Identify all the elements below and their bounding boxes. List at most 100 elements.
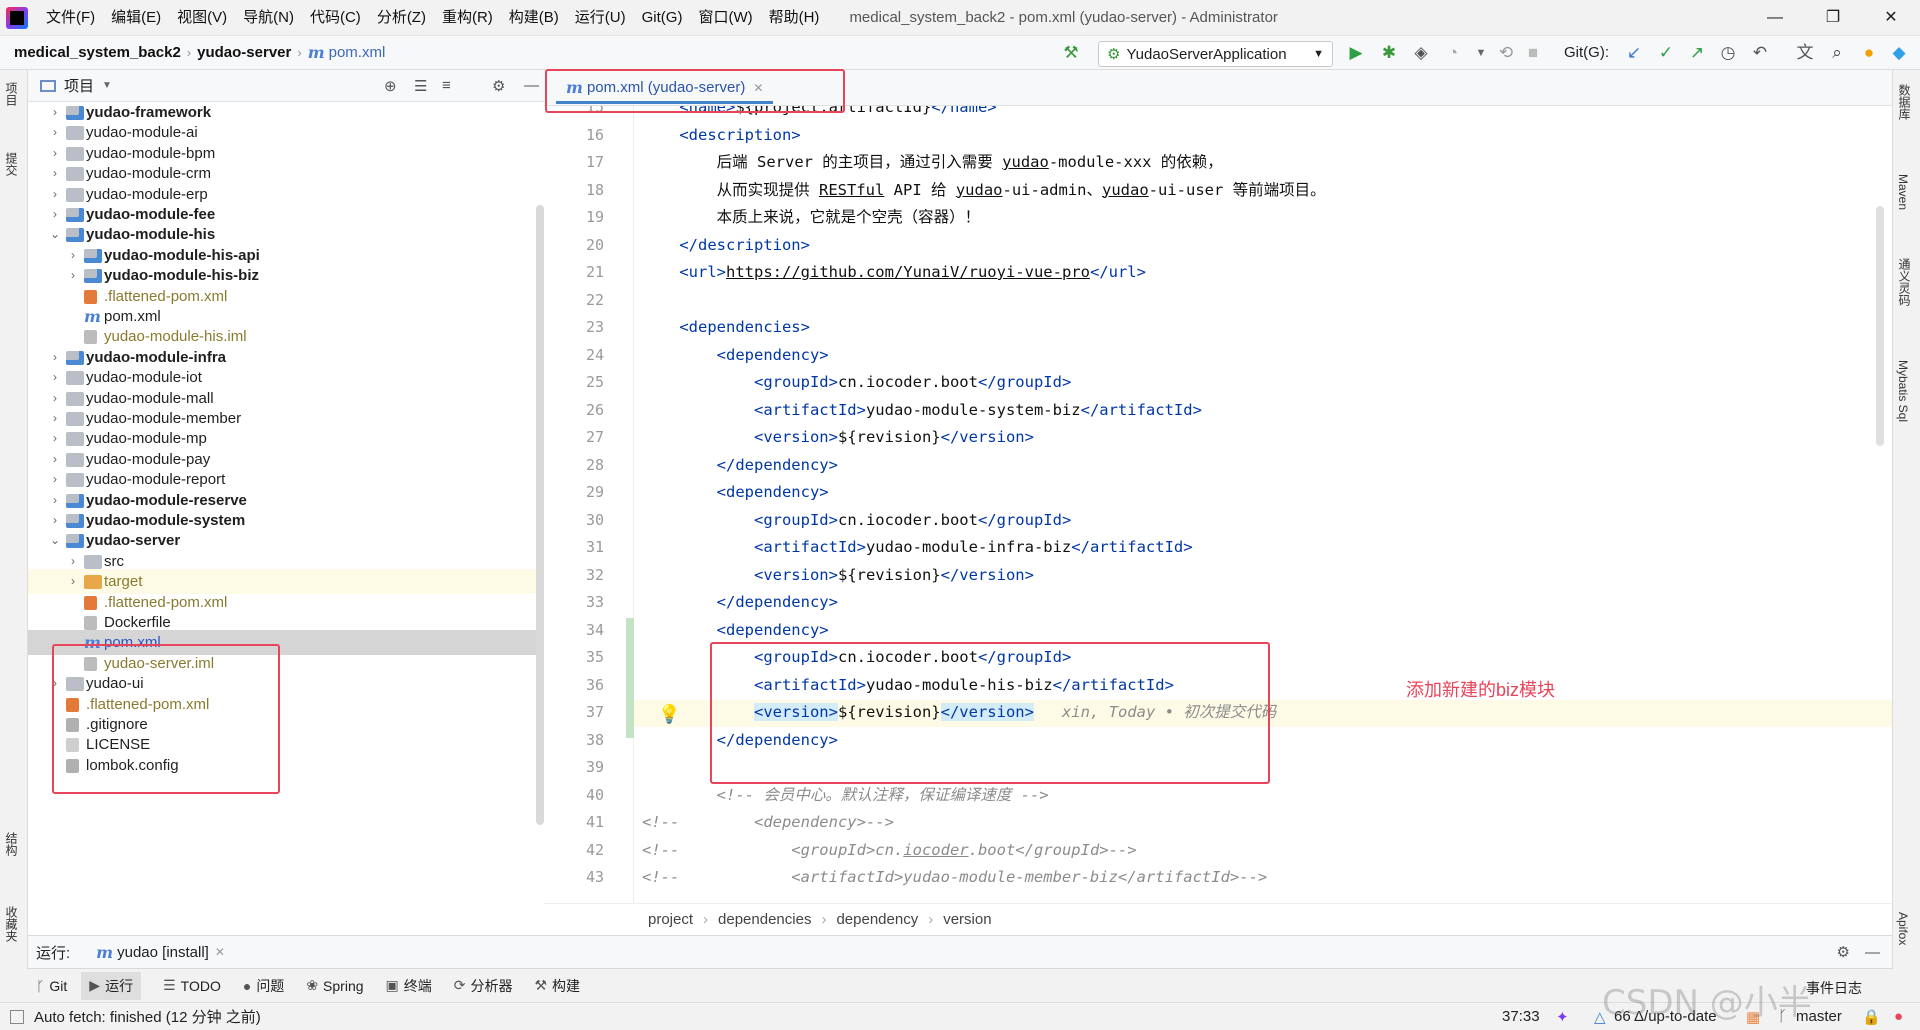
run-tab[interactable]: yudao [install] <box>117 944 209 961</box>
menu-item[interactable]: 构建(B) <box>501 0 567 36</box>
xml-breadcrumb-item[interactable]: dependency <box>836 911 918 928</box>
hammer-build-icon[interactable]: ⚒ <box>1060 42 1082 64</box>
code-line[interactable]: </dependency> <box>642 452 838 479</box>
code-line[interactable]: <version>${revision}</version> <box>642 424 1034 451</box>
maven-tool-tab[interactable]: Maven <box>1896 174 1910 210</box>
coverage-icon[interactable]: ◈ <box>1410 42 1432 64</box>
event-log-tab[interactable]: 事件日志 <box>1806 978 1862 998</box>
menu-item[interactable]: Git(G) <box>634 0 691 36</box>
git-commit-icon[interactable]: ✓ <box>1655 42 1677 64</box>
code-line[interactable]: <dependency> <box>642 342 829 369</box>
locate-icon[interactable]: ⊕ <box>384 77 397 95</box>
code-line[interactable]: <description> <box>642 122 800 149</box>
history-icon[interactable]: ◷ <box>1717 42 1739 64</box>
tool-tab[interactable]: ᚴ Git <box>36 978 67 994</box>
code-line[interactable]: <url>https://github.com/YunaiV/ruoyi-vue… <box>642 259 1146 286</box>
status-toggle-icon[interactable] <box>10 1009 24 1024</box>
menu-item[interactable]: 文件(F) <box>38 0 103 36</box>
code-line[interactable]: <groupId>cn.iocoder.boot</groupId> <box>642 507 1071 534</box>
code-line[interactable]: <!-- <dependency>--> <box>642 809 894 836</box>
gear-icon[interactable]: ⚙ <box>1837 943 1850 961</box>
code-line[interactable]: <!-- 会员中心。默认注释，保证编译速度 --> <box>642 782 1049 809</box>
close-tab-icon[interactable]: ✕ <box>215 945 225 959</box>
minimize-icon[interactable]: — <box>1746 0 1804 36</box>
run-configuration-select[interactable]: ⚙ YudaoServerApplication ▼ <box>1098 41 1333 67</box>
git-update-icon[interactable]: ↙ <box>1623 42 1645 64</box>
menu-item[interactable]: 运行(U) <box>567 0 634 36</box>
code-line[interactable]: <groupId>cn.iocoder.boot</groupId> <box>642 369 1071 396</box>
code-line[interactable]: 后端 Server 的主项目，通过引入需要 yudao-module-xxx 的… <box>642 149 1223 176</box>
database-tool-tab[interactable]: 数据库 <box>1896 84 1913 120</box>
collapse-all-icon[interactable]: ≡ <box>442 77 451 94</box>
stop-icon[interactable]: ■ <box>1522 42 1544 64</box>
code-line[interactable]: <artifactId>yudao-module-system-biz</art… <box>642 397 1202 424</box>
menu-item[interactable]: 窗口(W) <box>690 0 760 36</box>
tool-tab[interactable]: ☰ TODO <box>163 977 221 994</box>
rollback-icon[interactable]: ↶ <box>1749 42 1771 64</box>
lightbulb-icon[interactable]: 💡 <box>658 704 680 725</box>
code-line[interactable]: 本质上来说，它就是个空壳（容器）！ <box>642 204 981 231</box>
code-line[interactable]: <artifactId>yudao-module-infra-biz</arti… <box>642 534 1193 561</box>
menu-item[interactable]: 重构(R) <box>434 0 501 36</box>
code-line[interactable]: <dependencies> <box>642 314 810 341</box>
chevron-down-icon[interactable]: ▼ <box>1470 42 1492 64</box>
tool-tab[interactable]: ⟳ 分析器 <box>454 976 513 996</box>
breadcrumb-module[interactable]: yudao-server <box>197 44 291 61</box>
xml-breadcrumb-item[interactable]: project <box>648 911 693 928</box>
tool-tab[interactable]: ▣ 终端 <box>386 976 432 996</box>
translate-icon[interactable]: 文 <box>1794 42 1816 64</box>
menu-item[interactable]: 代码(C) <box>302 0 369 36</box>
vcs-change-marker[interactable] <box>626 618 634 738</box>
git-push-icon[interactable]: ↗ <box>1686 42 1708 64</box>
commit-tool-tab[interactable]: 提交 <box>3 152 20 176</box>
update-icon[interactable]: ● <box>1858 42 1880 64</box>
code-line[interactable]: <version>${revision}</version> <box>642 562 1034 589</box>
caret-position[interactable]: 37:33 <box>1502 1008 1540 1025</box>
run-icon[interactable]: ▶ <box>1345 42 1367 64</box>
code-line[interactable]: <dependency> <box>642 479 829 506</box>
copilot-icon[interactable]: ✦ <box>1556 1008 1569 1026</box>
breadcrumb-file[interactable]: pom.xml <box>329 44 386 61</box>
chevron-down-icon[interactable]: ▼ <box>102 80 112 91</box>
hide-icon[interactable]: — <box>524 77 539 94</box>
project-scrollbar[interactable] <box>536 205 544 825</box>
structure-tool-tab[interactable]: 结构 <box>3 832 20 856</box>
hide-icon[interactable]: — <box>1865 944 1880 961</box>
menu-item[interactable]: 分析(Z) <box>369 0 434 36</box>
bookmarks-tool-tab[interactable]: 收藏夹 <box>3 906 20 942</box>
code-line[interactable]: <!-- <groupId>cn.iocoder.boot</groupId>-… <box>642 837 1137 864</box>
expand-all-icon[interactable]: ☰ <box>414 77 427 95</box>
xml-breadcrumb-item[interactable]: version <box>943 911 991 928</box>
code-line[interactable]: <dependency> <box>642 617 829 644</box>
code-line[interactable]: <!-- <artifactId>yudao-module-member-biz… <box>642 864 1267 891</box>
tool-tab[interactable]: ❀ Spring <box>306 977 363 994</box>
plugin-icon[interactable]: ◆ <box>1888 42 1910 64</box>
menu-item[interactable]: 视图(V) <box>169 0 235 36</box>
tool-tab[interactable]: ⚒ 构建 <box>534 976 580 996</box>
gear-icon[interactable]: ⚙ <box>492 77 505 95</box>
menu-item[interactable]: 帮助(H) <box>761 0 828 36</box>
menu-item[interactable]: 编辑(E) <box>103 0 169 36</box>
apifox-tool-tab[interactable]: Apifox <box>1896 912 1910 945</box>
mybatis-tool-tab[interactable]: Mybatis Sql <box>1896 360 1910 422</box>
profiler-icon[interactable]: ◔ <box>1442 42 1464 64</box>
code-line[interactable]: </description> <box>642 232 810 259</box>
code-line[interactable]: </dependency> <box>642 589 838 616</box>
restore-icon[interactable]: ❐ <box>1804 0 1862 36</box>
breadcrumb-project[interactable]: medical_system_back2 <box>0 44 181 61</box>
xml-breadcrumb-item[interactable]: dependencies <box>718 911 811 928</box>
tongyi-tool-tab[interactable]: 通义灵码 <box>1896 258 1913 306</box>
menu-item[interactable]: 导航(N) <box>235 0 302 36</box>
code-line[interactable]: 从而实现提供 RESTful API 给 yudao-ui-admin、yuda… <box>642 177 1326 204</box>
project-tool-tab[interactable]: 项目 <box>3 82 20 106</box>
error-icon[interactable]: ● <box>1894 1008 1903 1025</box>
editor-scrollbar[interactable] <box>1876 206 1884 446</box>
tool-tab[interactable]: ● 问题 <box>243 976 284 996</box>
lock-icon[interactable]: 🔒 <box>1862 1008 1881 1026</box>
debug-icon[interactable]: ✱ <box>1378 42 1400 64</box>
project-panel-title[interactable]: 项目 <box>64 75 94 96</box>
tool-tab[interactable]: ▶ 运行 <box>81 971 142 1000</box>
close-icon[interactable]: ✕ <box>1862 0 1920 36</box>
search-icon[interactable]: ⌕ <box>1826 42 1848 64</box>
attach-icon[interactable]: ⟲ <box>1495 42 1517 64</box>
